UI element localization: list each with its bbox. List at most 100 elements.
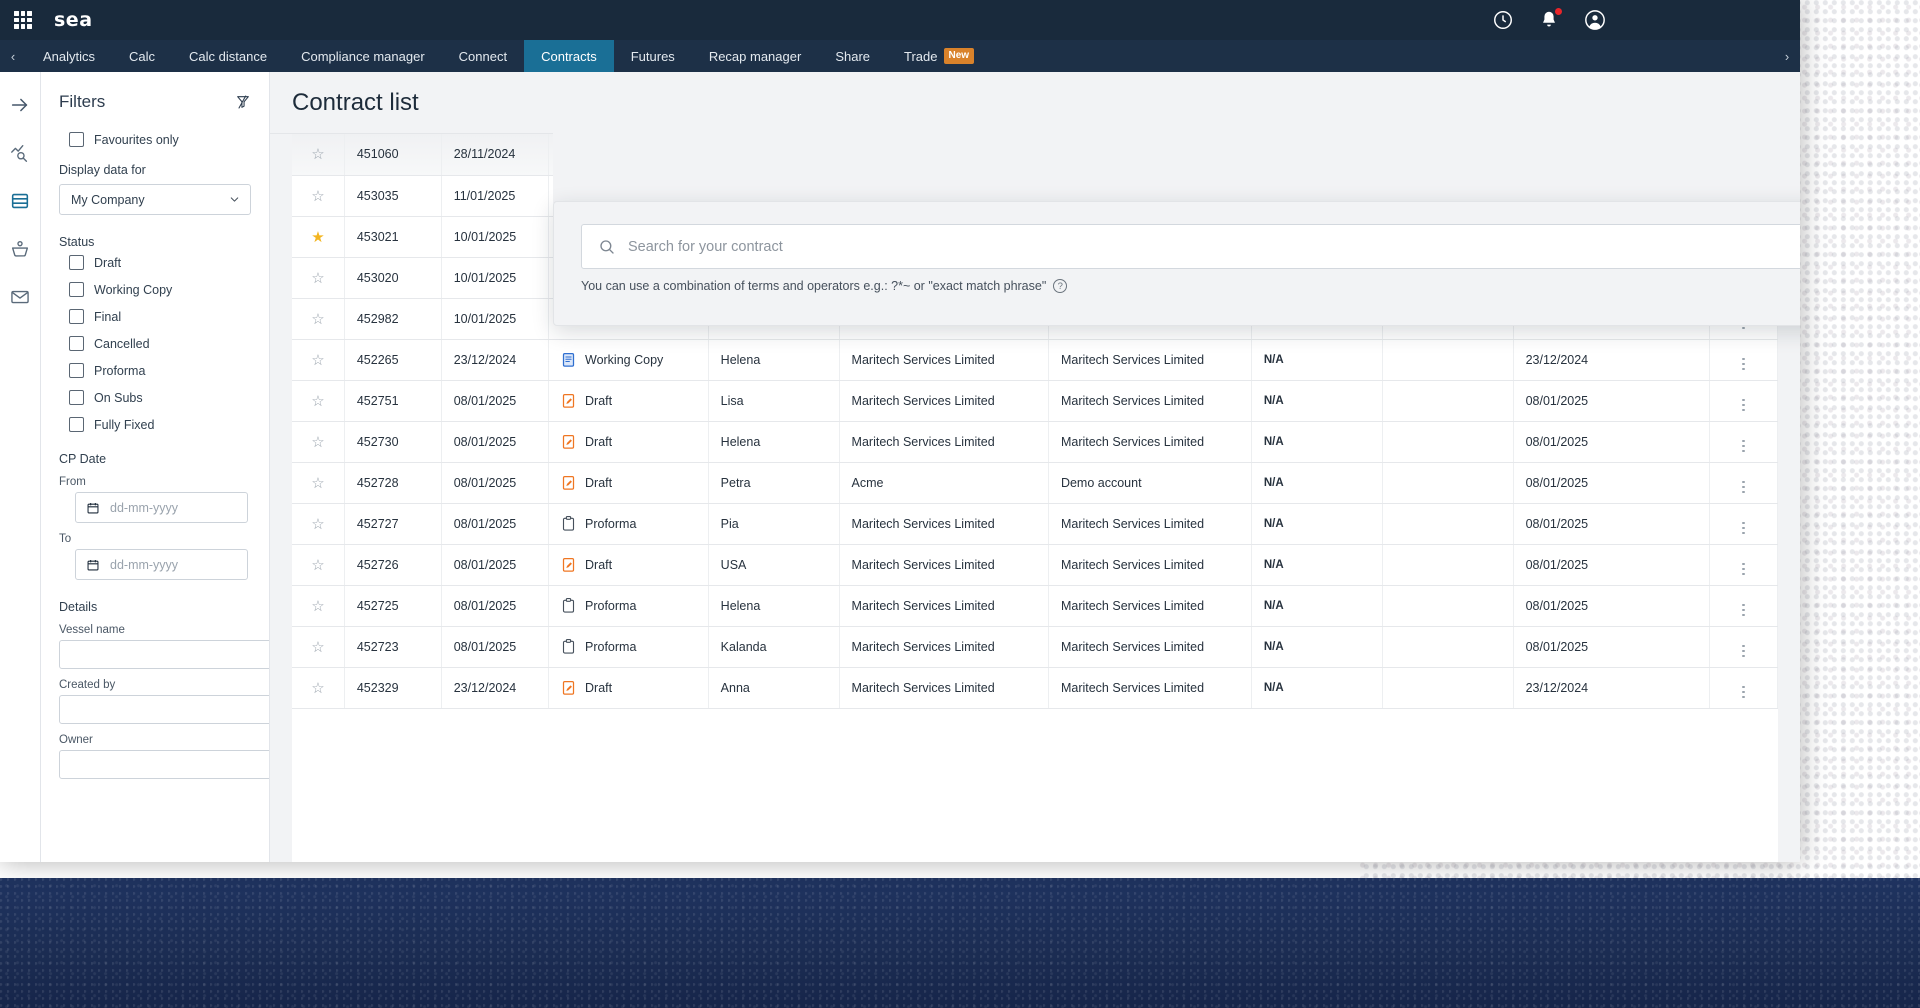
favourite-star-icon[interactable]: ☆ bbox=[311, 146, 324, 163]
created-by-input[interactable] bbox=[59, 695, 269, 724]
nav-item-compliance-manager[interactable]: Compliance manager bbox=[284, 40, 442, 72]
favourite-cell[interactable]: ☆ bbox=[292, 339, 345, 381]
table-row[interactable]: ☆ 452725 08/01/2025 Proforma Helena Maritech … bbox=[292, 585, 1778, 627]
row-kebab-icon[interactable] bbox=[1742, 603, 1745, 616]
history-icon[interactable] bbox=[1492, 9, 1514, 31]
favourite-star-icon[interactable]: ☆ bbox=[311, 270, 324, 287]
nav-item-connect[interactable]: Connect bbox=[442, 40, 524, 72]
filter-status-on-subs[interactable]: On Subs bbox=[69, 390, 251, 405]
favourite-star-icon[interactable]: ☆ bbox=[311, 639, 324, 656]
favourite-cell[interactable]: ☆ bbox=[292, 667, 345, 709]
table-row[interactable]: ☆ 452728 08/01/2025 Draft Petra Acme Demo acco… bbox=[292, 462, 1778, 504]
nav-item-contracts[interactable]: Contracts bbox=[524, 40, 614, 72]
row-kebab-icon[interactable] bbox=[1742, 439, 1745, 452]
nav-item-recap-manager[interactable]: Recap manager bbox=[692, 40, 819, 72]
favourite-star-icon[interactable]: ☆ bbox=[311, 188, 324, 205]
favourite-cell[interactable]: ☆ bbox=[292, 421, 345, 463]
search-field[interactable]: Search for your contract bbox=[581, 224, 1800, 269]
row-actions-cell[interactable] bbox=[1709, 380, 1778, 422]
favourite-star-icon[interactable]: ☆ bbox=[311, 311, 324, 328]
favourite-cell[interactable]: ☆ bbox=[292, 298, 345, 340]
table-row[interactable]: ☆ 452730 08/01/2025 Draft Helena Maritech Ser… bbox=[292, 421, 1778, 463]
notifications-icon[interactable] bbox=[1538, 7, 1563, 31]
analytics-icon[interactable] bbox=[9, 142, 31, 164]
favourite-star-icon[interactable]: ☆ bbox=[311, 475, 324, 492]
checkbox[interactable] bbox=[69, 390, 84, 405]
mail-icon[interactable] bbox=[9, 286, 31, 308]
favourite-cell[interactable]: ☆ bbox=[292, 175, 345, 217]
brand-logo[interactable]: sea bbox=[54, 9, 93, 31]
filter-status-working-copy[interactable]: Working Copy bbox=[69, 282, 251, 297]
display-data-for-select[interactable]: My Company bbox=[59, 184, 251, 215]
row-kebab-icon[interactable] bbox=[1742, 562, 1745, 575]
filter-favourites-only[interactable]: Favourites only bbox=[69, 132, 251, 147]
nav-item-calc-distance[interactable]: Calc distance bbox=[172, 40, 284, 72]
favourite-star-icon[interactable]: ☆ bbox=[311, 598, 324, 615]
cp-date-from-input[interactable]: dd-mm-yyyy bbox=[75, 492, 248, 523]
row-actions-cell[interactable] bbox=[1709, 421, 1778, 463]
help-circle-icon[interactable]: ? bbox=[1053, 279, 1068, 293]
favourite-star-icon[interactable]: ★ bbox=[311, 229, 324, 246]
clear-filter-icon[interactable] bbox=[235, 94, 251, 110]
row-kebab-icon[interactable] bbox=[1742, 685, 1745, 698]
vessel-name-input[interactable] bbox=[59, 640, 269, 669]
favourite-star-icon[interactable]: ☆ bbox=[311, 434, 324, 451]
search-input[interactable]: Search for your contract bbox=[628, 239, 1800, 255]
favourite-star-icon[interactable]: ☆ bbox=[311, 557, 324, 574]
checkbox[interactable] bbox=[69, 336, 84, 351]
table-row[interactable]: ☆ 452329 23/12/2024 Draft Anna Maritech Servi… bbox=[292, 667, 1778, 709]
row-actions-cell[interactable] bbox=[1709, 585, 1778, 627]
table-row[interactable]: ☆ 452751 08/01/2025 Draft Lisa Maritech Servi… bbox=[292, 380, 1778, 422]
favourite-cell[interactable]: ☆ bbox=[292, 380, 345, 422]
filter-status-final[interactable]: Final bbox=[69, 309, 251, 324]
checkbox[interactable] bbox=[69, 132, 84, 147]
inbox-tray-icon[interactable] bbox=[9, 238, 31, 260]
table-row[interactable]: ☆ 452726 08/01/2025 Draft USA Maritech Servic… bbox=[292, 544, 1778, 586]
row-kebab-icon[interactable] bbox=[1742, 357, 1745, 370]
row-kebab-icon[interactable] bbox=[1742, 480, 1745, 493]
row-actions-cell[interactable] bbox=[1709, 626, 1778, 668]
favourite-cell[interactable]: ☆ bbox=[292, 503, 345, 545]
nav-item-futures[interactable]: Futures bbox=[614, 40, 692, 72]
checkbox[interactable] bbox=[69, 309, 84, 324]
nav-scroll-left-icon[interactable]: ‹ bbox=[0, 40, 26, 72]
filter-status-fully-fixed[interactable]: Fully Fixed bbox=[69, 417, 251, 432]
favourite-cell[interactable]: ★ bbox=[292, 216, 345, 258]
owner-input[interactable] bbox=[59, 750, 269, 779]
row-actions-cell[interactable] bbox=[1709, 339, 1778, 381]
table-row[interactable]: ☆ 452727 08/01/2025 Proforma Pia Maritech Ser… bbox=[292, 503, 1778, 545]
expand-arrow-icon[interactable] bbox=[9, 94, 31, 116]
grid-apps-icon[interactable] bbox=[14, 11, 32, 29]
favourite-star-icon[interactable]: ☆ bbox=[311, 516, 324, 533]
filter-status-proforma[interactable]: Proforma bbox=[69, 363, 251, 378]
favourite-cell[interactable]: ☆ bbox=[292, 462, 345, 504]
table-row[interactable]: ☆ 452723 08/01/2025 Proforma Kalanda Maritech… bbox=[292, 626, 1778, 668]
row-kebab-icon[interactable] bbox=[1742, 644, 1745, 657]
favourite-cell[interactable]: ☆ bbox=[292, 257, 345, 299]
nav-item-share[interactable]: Share bbox=[818, 40, 887, 72]
table-row[interactable]: ☆ 452265 23/12/2024 Working Copy Helena Marit… bbox=[292, 339, 1778, 381]
row-actions-cell[interactable] bbox=[1709, 503, 1778, 545]
row-kebab-icon[interactable] bbox=[1742, 398, 1745, 411]
favourite-star-icon[interactable]: ☆ bbox=[311, 680, 324, 697]
row-actions-cell[interactable] bbox=[1709, 544, 1778, 586]
nav-item-analytics[interactable]: Analytics bbox=[26, 40, 112, 72]
favourite-cell[interactable]: ☆ bbox=[292, 585, 345, 627]
row-actions-cell[interactable] bbox=[1709, 667, 1778, 709]
checkbox[interactable] bbox=[69, 363, 84, 378]
checkbox[interactable] bbox=[69, 417, 84, 432]
nav-item-trade[interactable]: Trade New bbox=[887, 40, 991, 72]
cp-date-to-input[interactable]: dd-mm-yyyy bbox=[75, 549, 248, 580]
nav-scroll-right-icon[interactable]: › bbox=[1774, 40, 1800, 72]
filter-status-cancelled[interactable]: Cancelled bbox=[69, 336, 251, 351]
checkbox[interactable] bbox=[69, 255, 84, 270]
favourite-cell[interactable]: ☆ bbox=[292, 134, 345, 176]
favourite-cell[interactable]: ☆ bbox=[292, 544, 345, 586]
nav-item-calc[interactable]: Calc bbox=[112, 40, 172, 72]
account-icon[interactable] bbox=[1584, 9, 1606, 31]
row-actions-cell[interactable] bbox=[1709, 462, 1778, 504]
filter-status-draft[interactable]: Draft bbox=[69, 255, 251, 270]
checkbox[interactable] bbox=[69, 282, 84, 297]
favourite-star-icon[interactable]: ☆ bbox=[311, 393, 324, 410]
contracts-list-icon[interactable] bbox=[9, 190, 31, 212]
